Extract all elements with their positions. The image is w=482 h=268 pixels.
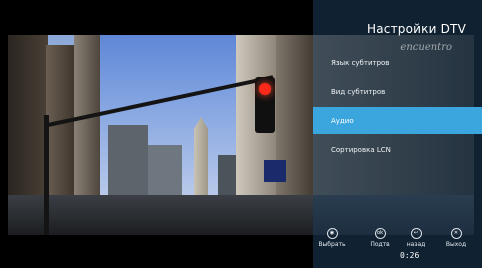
hint-exit[interactable]: ✕ Выход (441, 228, 471, 248)
menu-item-label: Язык субтитров (331, 58, 390, 67)
menu-item-label: Аудио (331, 116, 354, 125)
street-sign (264, 160, 286, 182)
menu-item-subtitle-language[interactable]: Язык субтитров (313, 49, 482, 76)
back-icon: ↩ (410, 228, 422, 239)
traffic-light-red-lamp (259, 83, 271, 95)
light-pole (44, 115, 49, 235)
menu-item-subtitle-type[interactable]: Вид субтитров (313, 78, 482, 105)
hint-back[interactable]: ↩ назад (401, 228, 431, 248)
hint-label: Выбрать (318, 241, 346, 248)
hint-label: назад (406, 241, 426, 248)
button-hints-bar: ◉ Выбрать ok Подтв ↩ назад ✕ Выход 0:26 (313, 228, 482, 268)
settings-menu: Язык субтитров Вид субтитров Аудио Сорти… (313, 49, 482, 163)
hint-label: Выход (445, 241, 467, 248)
hint-label: Подтв (370, 241, 390, 248)
ok-confirm-icon: ok (374, 228, 386, 239)
hint-select[interactable]: ◉ Выбрать (317, 228, 347, 248)
panel-title: Настройки DTV (367, 22, 466, 36)
exit-icon: ✕ (450, 228, 462, 239)
menu-item-audio[interactable]: Аудио (313, 107, 482, 134)
menu-item-label: Вид субтитров (331, 87, 386, 96)
playback-time: 0:26 (400, 251, 420, 260)
menu-item-label: Сортировка LCN (331, 145, 391, 154)
ok-icon: ◉ (326, 228, 338, 239)
hint-confirm[interactable]: ok Подтв (365, 228, 395, 248)
menu-item-lcn-sort[interactable]: Сортировка LCN (313, 136, 482, 163)
